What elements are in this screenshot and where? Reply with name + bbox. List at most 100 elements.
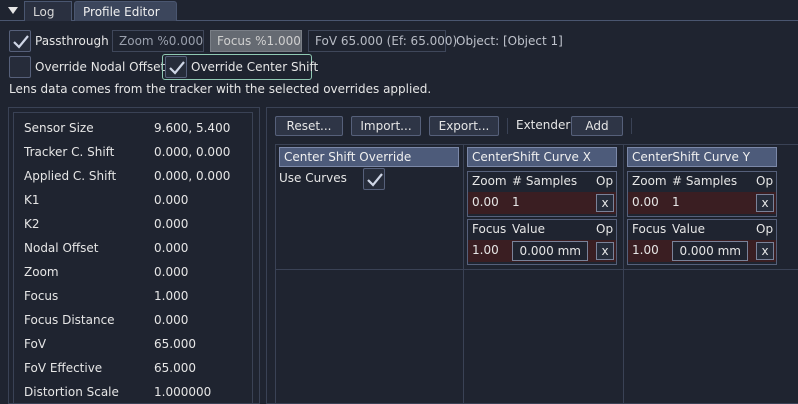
table-row[interactable]: 1.00 0.000 mm x: [468, 240, 616, 262]
curve-x-header: CenterShift Curve X: [467, 147, 617, 167]
info-key: Applied C. Shift: [24, 169, 117, 183]
toolbar-separator: [631, 118, 632, 134]
fov-indicator[interactable]: FoV 65.000 (Ef: 65.000): [308, 30, 457, 52]
delete-row-button[interactable]: x: [756, 242, 774, 260]
export-button[interactable]: Export...: [429, 116, 499, 136]
grid-divider: [463, 145, 464, 404]
info-key: K2: [24, 217, 40, 231]
grid-divider: [623, 145, 624, 404]
tab-log[interactable]: Log: [24, 1, 72, 21]
override-nodal-offset-label[interactable]: Override Nodal Offset: [35, 60, 165, 74]
info-row: Tracker C. Shift 0.000, 0.000: [20, 145, 250, 165]
zoom-indicator[interactable]: Zoom %0.000: [112, 30, 204, 52]
column-header: Value: [512, 222, 545, 236]
info-row: Focus 1.000: [20, 289, 250, 309]
info-row: Nodal Offset 0.000: [20, 241, 250, 261]
column-header: # Samples: [672, 174, 738, 188]
column-header: Op: [756, 174, 774, 188]
override-center-shift-toggle[interactable]: Override Center Shift: [162, 54, 318, 80]
lens-info-frame: Sensor Size 9.600, 5.400 Tracker C. Shift…: [13, 112, 253, 404]
samples-cell: 1: [672, 195, 680, 209]
delete-row-button[interactable]: x: [756, 194, 774, 212]
triangle-down-icon[interactable]: [3, 2, 23, 20]
lens-info-panel: Sensor Size 9.600, 5.400 Tracker C. Shift…: [8, 107, 260, 404]
zoom-cell: 0.00: [472, 195, 499, 209]
info-row: FoV 65.000: [20, 337, 250, 357]
info-value: 65.000: [154, 361, 196, 375]
focus-indicator[interactable]: Focus %1.000: [210, 30, 302, 52]
info-value: 0.000, 0.000: [154, 145, 231, 159]
table-row[interactable]: 0.00 1 x: [628, 192, 776, 214]
info-key: K1: [24, 193, 40, 207]
profile-editor-panel: Reset... Import... Export... Extender Ad…: [266, 107, 798, 404]
focus-cell: 1.00: [632, 243, 659, 257]
use-curves-checkbox[interactable]: [363, 168, 385, 190]
info-key: Focus Distance: [24, 313, 115, 327]
info-value: 1.000000: [154, 385, 212, 399]
curve-x-focus-table: Focus Value Op 1.00 0.000 mm x: [467, 219, 617, 265]
add-extender-button[interactable]: Add: [571, 116, 623, 136]
focus-cell: 1.00: [472, 243, 499, 257]
delete-row-button[interactable]: x: [596, 194, 614, 212]
value-input[interactable]: 0.000 mm: [512, 241, 588, 261]
object-label: Object: [Object 1]: [456, 34, 563, 48]
column-header: Op: [596, 174, 614, 188]
info-key: Zoom: [24, 265, 59, 279]
info-value: 65.000: [154, 337, 196, 351]
extender-label: Extender: [516, 118, 571, 132]
checkmark-icon: [169, 61, 185, 75]
info-value: 0.000: [154, 265, 189, 279]
info-value: 0.000: [154, 193, 189, 207]
override-nodal-offset-checkbox[interactable]: [9, 56, 31, 78]
column-header: Op: [596, 222, 614, 236]
info-key: Tracker C. Shift: [24, 145, 115, 159]
info-value: 0.000, 0.000: [154, 169, 231, 183]
info-key: Distortion Scale: [24, 385, 119, 399]
info-row: Focus Distance 0.000: [20, 313, 250, 333]
samples-cell: 1: [512, 195, 520, 209]
info-row: Sensor Size 9.600, 5.400: [20, 121, 250, 141]
info-row: Applied C. Shift 0.000, 0.000: [20, 169, 250, 189]
info-row: Distortion Scale 1.000000: [20, 385, 250, 404]
grid-divider: [276, 269, 798, 270]
column-header: Zoom: [632, 174, 667, 188]
table-row[interactable]: 1.00 0.000 mm x: [628, 240, 776, 262]
info-value: 0.000: [154, 313, 189, 327]
override-center-shift-label[interactable]: Override Center Shift: [191, 60, 318, 74]
info-row: FoV Effective 65.000: [20, 361, 250, 381]
reset-button[interactable]: Reset...: [275, 116, 343, 136]
toolbar-separator: [507, 118, 508, 134]
info-key: Sensor Size: [24, 121, 94, 135]
info-key: Nodal Offset: [24, 241, 99, 255]
column-header: Focus: [632, 222, 667, 236]
info-value: 0.000: [154, 241, 189, 255]
description-text: Lens data comes from the tracker with th…: [9, 82, 432, 96]
info-row: K1 0.000: [20, 193, 250, 213]
info-row: Zoom 0.000: [20, 265, 250, 285]
column-header: Focus: [472, 222, 507, 236]
tab-bar: Log Profile Editor: [0, 0, 798, 21]
column-header: Zoom: [472, 174, 507, 188]
info-row: K2 0.000: [20, 217, 250, 237]
passthrough-label[interactable]: Passthrough: [35, 34, 109, 48]
column-header: # Samples: [512, 174, 578, 188]
delete-row-button[interactable]: x: [596, 242, 614, 260]
curve-y-header: CenterShift Curve Y: [627, 147, 777, 167]
override-center-shift-checkbox[interactable]: [165, 56, 187, 78]
info-key: Focus: [24, 289, 59, 303]
info-value: 9.600, 5.400: [154, 121, 231, 135]
checkmark-icon: [13, 35, 29, 49]
info-key: FoV Effective: [24, 361, 103, 375]
zoom-cell: 0.00: [632, 195, 659, 209]
passthrough-checkbox[interactable]: [9, 30, 31, 52]
column-header: Op: [756, 222, 774, 236]
value-input[interactable]: 0.000 mm: [672, 241, 748, 261]
tab-profile-editor[interactable]: Profile Editor: [74, 1, 177, 21]
table-row[interactable]: 0.00 1 x: [468, 192, 616, 214]
info-value: 0.000: [154, 217, 189, 231]
curve-x-zoom-table: Zoom # Samples Op 0.00 1 x: [467, 171, 617, 217]
import-button[interactable]: Import...: [351, 116, 421, 136]
center-shift-override-header: Center Shift Override: [279, 147, 459, 167]
curve-grid: Center Shift Override Use Curves CenterS…: [275, 144, 798, 404]
column-header: Value: [672, 222, 705, 236]
